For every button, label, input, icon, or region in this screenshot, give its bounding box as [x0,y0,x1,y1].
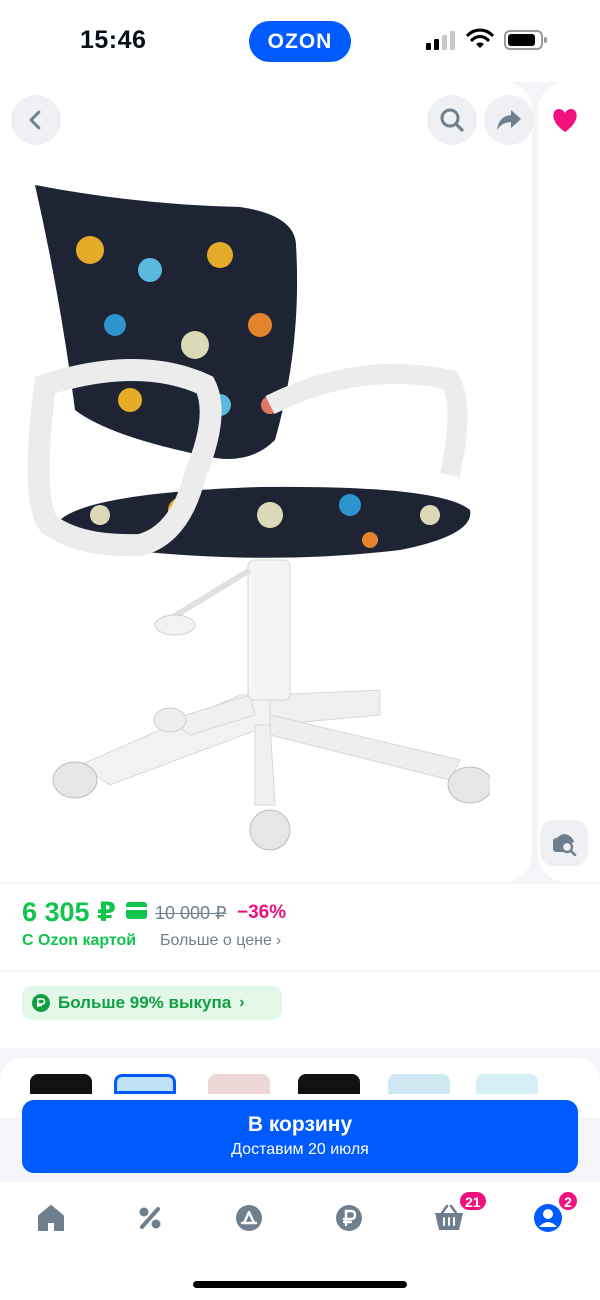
delivery-date: Доставим 20 июля [231,1141,369,1158]
ozon-logo: OZON [249,21,351,62]
back-button[interactable] [11,95,61,145]
gallery-next-image[interactable] [538,82,600,882]
image-search-icon [553,834,577,856]
tab-finance[interactable] [331,1200,367,1236]
buyout-badge[interactable]: Больше 99% выкупа › [22,986,282,1020]
share-button[interactable] [484,95,534,145]
image-search-button[interactable] [540,820,588,866]
profile-notification-badge: 2 [557,1190,579,1212]
ozon-card-icon [126,902,147,919]
product-image[interactable] [20,175,490,865]
wifi-icon [466,28,494,48]
variant-thumbnail[interactable] [298,1074,360,1094]
variant-thumbnail[interactable] [476,1074,538,1094]
more-about-price-link[interactable]: Больше о цене › [160,932,281,950]
current-price: 6 305 ₽ [22,897,116,927]
more-about-price-label: Больше о цене [160,932,272,949]
add-to-cart-button[interactable]: В корзину Доставим 20 июля [22,1100,578,1173]
product-page: 15:46 OZON 6 305 ₽ 10 000 ₽ −36% С Ozon … [0,0,600,1300]
search-button[interactable] [427,95,477,145]
buyout-label: Больше 99% выкупа [58,993,232,1012]
favorite-button[interactable] [540,95,590,145]
battery-icon [504,30,547,50]
home-indicator [193,1281,407,1288]
tab-catalog[interactable] [231,1200,267,1236]
ozon-card-note: С Ozon картой [22,932,137,949]
chevron-right-icon: › [275,932,282,949]
discount-badge: −36% [237,902,287,923]
old-price: 10 000 ₽ [155,903,227,923]
home-icon [38,1205,64,1231]
search-icon [440,108,464,132]
tab-home[interactable] [33,1200,69,1236]
variant-thumbnail[interactable] [208,1074,270,1094]
cellular-signal-icon [426,31,455,50]
variant-thumbnail[interactable] [388,1074,450,1094]
variant-thumbnail[interactable] [30,1074,92,1094]
chevron-right-icon: › [239,994,245,1011]
variant-thumbnail-selected[interactable] [114,1074,176,1094]
cart-count-badge: 21 [458,1190,488,1212]
back-arrow-icon [29,110,41,130]
share-icon [497,110,521,130]
status-time: 15:46 [80,26,147,54]
tab-promotions[interactable] [132,1200,168,1236]
percent-icon [139,1207,161,1229]
heart-icon [553,109,577,132]
add-to-cart-label: В корзину [247,1113,353,1136]
ruble-return-icon [32,994,50,1012]
ruble-icon [336,1205,362,1231]
catalog-icon [236,1205,262,1231]
status-bar: 15:46 OZON [0,0,600,82]
